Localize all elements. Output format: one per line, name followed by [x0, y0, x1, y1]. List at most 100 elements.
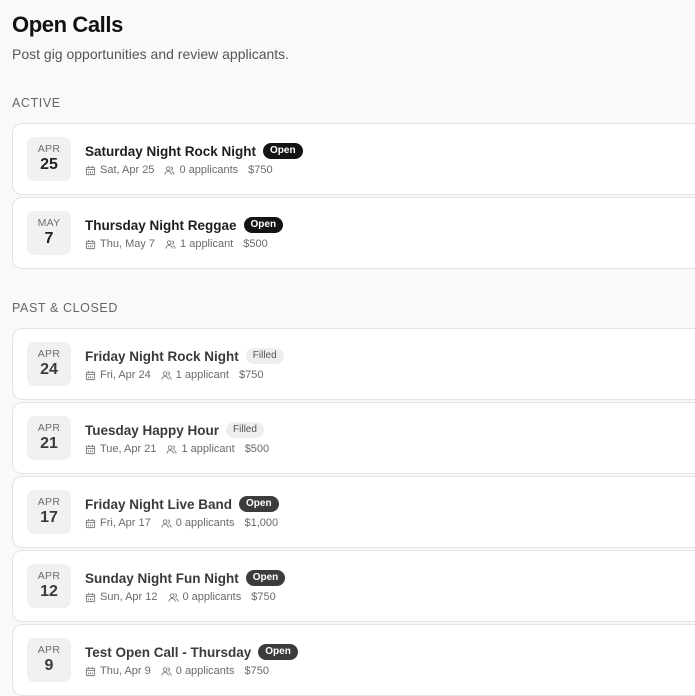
call-meta: Fri, Apr 24 1 applicant $750: [85, 369, 273, 381]
meta-pay-text: $500: [243, 238, 268, 250]
status-badge: Open: [245, 570, 286, 586]
meta-pay: $750: [244, 665, 268, 677]
meta-applicants-text: 0 applicants: [175, 665, 235, 677]
call-title: Tuesday Happy Hour: [85, 422, 220, 438]
meta-pay-text: $750: [251, 591, 276, 603]
call-meta: Sat, Apr 25 0 applicants $750: [85, 164, 283, 176]
meta-pay-text: $750: [244, 665, 269, 677]
date-day: 21: [40, 435, 58, 452]
calendar-icon: [85, 666, 96, 676]
meta-pay: $750: [251, 591, 275, 603]
users-icon: [161, 518, 172, 528]
meta-date: Fri, Apr 24: [85, 369, 151, 381]
date-month: APR: [37, 570, 61, 582]
open-call-card-past[interactable]: APR 24 Friday Night Rock Night Filled Fr…: [12, 328, 695, 400]
open-call-card-past[interactable]: APR 17 Friday Night Live Band Open Fri, …: [12, 476, 695, 548]
meta-applicants: 0 applicants: [164, 164, 238, 176]
users-icon: [166, 444, 178, 454]
open-call-card-active[interactable]: APR 25 Saturday Night Rock Night Open Sa…: [12, 123, 695, 195]
date-day: 9: [44, 657, 54, 674]
status-badge: Open: [239, 496, 279, 512]
call-title: Friday Night Live Band: [85, 496, 233, 512]
meta-date-text: Fri, Apr 17: [100, 517, 151, 529]
call-meta: Sun, Apr 12 0 applicants $750: [85, 591, 286, 603]
users-icon: [161, 666, 172, 676]
date-day: 24: [40, 361, 58, 378]
card-title-row: Thursday Night Reggae Open: [85, 217, 284, 233]
meta-applicants-text: 1 applicant: [180, 238, 234, 250]
call-title: Thursday Night Reggae: [85, 217, 237, 233]
open-call-card-past[interactable]: APR 21 Tuesday Happy Hour Filled Tue, Ap…: [12, 402, 695, 474]
call-meta: Thu, Apr 9 0 applicants $750: [85, 665, 279, 677]
status-badge: Filled: [226, 422, 264, 438]
users-icon: [161, 370, 172, 380]
date-badge: APR 9: [27, 638, 71, 682]
meta-applicants: 1 applicant: [166, 443, 235, 455]
section-heading-past-closed: PAST & CLOSED: [12, 301, 118, 315]
meta-pay: $750: [248, 164, 272, 176]
users-icon: [167, 592, 179, 602]
meta-date-text: Thu, May 7: [100, 238, 156, 250]
meta-applicants: 1 applicant: [161, 369, 229, 381]
date-day: 7: [44, 230, 54, 247]
meta-pay-text: $750: [248, 164, 273, 176]
call-meta: Fri, Apr 17 0 applicants $1,000: [85, 517, 288, 529]
calendar-icon: [85, 518, 96, 528]
meta-date: Thu, May 7: [85, 238, 155, 250]
date-badge: APR 24: [27, 342, 71, 386]
active-call-list: APR 25 Saturday Night Rock Night Open Sa…: [12, 123, 695, 271]
date-month: APR: [37, 422, 61, 434]
date-day: 12: [40, 583, 58, 600]
open-calls-page: Open Calls Post gig opportunities and re…: [0, 0, 695, 696]
meta-applicants-text: 0 applicants: [175, 517, 235, 529]
meta-date: Sun, Apr 12: [85, 591, 158, 603]
meta-date-text: Thu, Apr 9: [100, 665, 151, 677]
meta-applicants: 0 applicants: [161, 665, 235, 677]
meta-date-text: Fri, Apr 24: [100, 369, 151, 381]
meta-applicants-text: 1 applicant: [175, 369, 229, 381]
meta-applicants-text: 0 applicants: [182, 591, 242, 603]
meta-date-text: Tue, Apr 21: [100, 443, 157, 455]
status-badge: Open: [243, 217, 284, 233]
date-month: MAY: [37, 217, 61, 229]
status-badge: Open: [263, 143, 303, 159]
page-title: Open Calls: [12, 12, 123, 37]
date-badge: MAY 7: [27, 211, 71, 255]
call-meta: Tue, Apr 21 1 applicant $500: [85, 443, 279, 455]
meta-pay-text: $750: [238, 369, 264, 381]
card-title-row: Saturday Night Rock Night Open: [85, 143, 303, 159]
call-title: Friday Night Rock Night: [85, 348, 239, 364]
date-badge: APR 12: [27, 564, 71, 608]
date-month: APR: [37, 644, 61, 656]
meta-applicants: 0 applicants: [161, 517, 235, 529]
meta-date: Tue, Apr 21: [85, 443, 156, 455]
meta-date: Fri, Apr 17: [85, 517, 151, 529]
card-title-row: Friday Night Live Band Open: [85, 496, 279, 512]
call-title: Saturday Night Rock Night: [85, 143, 257, 159]
calendar-icon: [85, 444, 96, 454]
past-call-list: APR 24 Friday Night Rock Night Filled Fr…: [12, 328, 695, 696]
meta-date: Sat, Apr 25: [85, 164, 154, 176]
meta-pay: $500: [243, 238, 267, 250]
page-subtitle: Post gig opportunities and review applic…: [12, 46, 290, 62]
meta-pay: $500: [245, 443, 269, 455]
date-month: APR: [37, 143, 61, 155]
card-title-row: Test Open Call - Thursday Open: [85, 644, 298, 660]
open-call-card-past[interactable]: APR 12 Sunday Night Fun Night Open Sun, …: [12, 550, 695, 622]
date-badge: APR 17: [27, 490, 71, 534]
date-month: APR: [37, 496, 61, 508]
open-call-card-active[interactable]: MAY 7 Thursday Night Reggae Open Thu, Ma…: [12, 197, 695, 269]
section-heading-active: ACTIVE: [12, 96, 61, 110]
call-title: Sunday Night Fun Night: [85, 570, 239, 586]
users-icon: [164, 165, 175, 175]
card-title-row: Friday Night Rock Night Filled: [85, 348, 284, 364]
open-call-card-past[interactable]: APR 9 Test Open Call - Thursday Open Thu…: [12, 624, 695, 696]
meta-applicants-text: 1 applicant: [181, 443, 235, 455]
meta-pay-text: $500: [244, 443, 270, 455]
meta-date-text: Sat, Apr 25: [100, 164, 155, 176]
meta-pay: $1,000: [244, 517, 278, 529]
calendar-icon: [85, 165, 96, 175]
meta-applicants: 1 applicant: [165, 238, 233, 250]
calendar-icon: [85, 370, 96, 380]
meta-date: Thu, Apr 9: [85, 665, 151, 677]
